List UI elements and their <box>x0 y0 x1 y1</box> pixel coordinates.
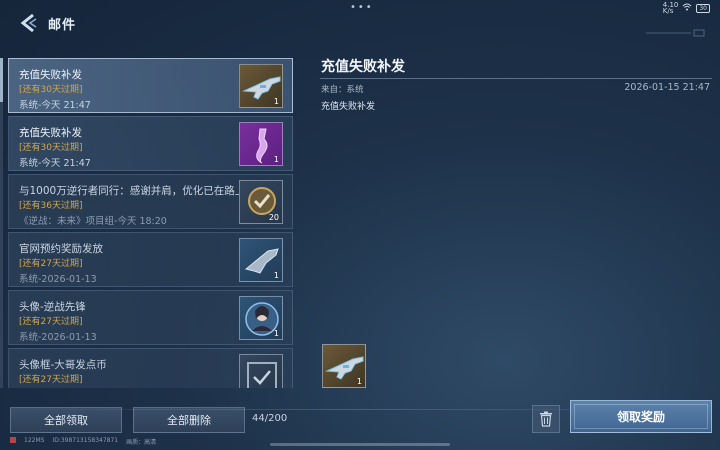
item-count: 1 <box>273 97 279 106</box>
back-arrow-icon <box>20 13 37 33</box>
mail-sender: 系统-今天 21:47 <box>19 100 91 111</box>
mail-expiry: [还有30天过期] <box>19 85 83 95</box>
detail-body: 充值失败补发 <box>321 102 376 112</box>
list-scrollbar[interactable] <box>0 58 3 388</box>
mail-expiry: [还有36天过期] <box>19 201 83 211</box>
item-count: 1 <box>356 377 362 386</box>
mail-item[interactable]: 充值失败补发 [还有30天过期] 系统-今天 21:47 1 <box>8 58 293 113</box>
quality-label: 画质：高清 <box>126 439 157 446</box>
purple-item-icon: 1 <box>239 122 283 166</box>
mail-sender: 系统-2026-01-13 <box>19 332 97 343</box>
mail-expiry: [还有30天过期] <box>19 143 83 153</box>
avatar-icon: 1 <box>239 296 283 340</box>
claim-reward-label: 领取奖励 <box>616 410 665 424</box>
mail-title: 充值失败补发 <box>19 69 82 81</box>
detail-divider <box>320 78 712 79</box>
delete-button[interactable] <box>532 405 560 433</box>
item-count: 1 <box>273 329 279 338</box>
home-indicator[interactable] <box>270 443 450 446</box>
back-button[interactable] <box>18 12 40 34</box>
mail-item[interactable]: 官网预约奖励发放 [还有27天过期] 系统-2026-01-13 1 <box>8 232 293 287</box>
list-scroll-thumb[interactable] <box>0 58 3 102</box>
mail-item[interactable]: 与1000万逆行者同行：感谢并肩，优化已在路上 [还有36天过期] 《逆战：未来… <box>8 174 293 229</box>
mail-item[interactable]: 头像框-大哥发点币 [还有27天过期] <box>8 348 293 388</box>
mail-title: 充值失败补发 <box>19 127 82 139</box>
mail-count: 44/200 <box>252 413 288 424</box>
trash-icon <box>540 411 552 427</box>
mail-title: 与1000万逆行者同行：感谢并肩，优化已在路上 <box>19 185 246 197</box>
detail-sender: 来自：系统 <box>321 85 364 95</box>
status-bar: 4.10 K/s 30 <box>662 1 710 15</box>
top-bar: 邮件 ••• 4.10 K/s 30 <box>0 0 720 46</box>
header-decoration-icon <box>646 29 705 37</box>
mail-list: 充值失败补发 [还有30天过期] 系统-今天 21:47 1 充值失败补发 [还… <box>8 56 298 388</box>
wifi-icon <box>682 3 692 13</box>
signal-icon <box>10 437 16 443</box>
ping-label: 122MS <box>24 437 45 444</box>
reward-item[interactable]: 1 <box>322 344 366 388</box>
mail-sender: 系统-2026-01-13 <box>19 274 97 285</box>
mail-sender: 《逆战：未来》项目组-今天 18:20 <box>19 216 167 227</box>
mail-title: 头像-逆战先锋 <box>19 301 86 313</box>
battery-icon: 30 <box>696 3 710 13</box>
gold-coin-icon: 20 <box>239 180 283 224</box>
mail-expiry: [还有27天过期] <box>19 375 83 385</box>
mail-expiry: [还有27天过期] <box>19 317 83 327</box>
detail-time: 2026-01-15 21:47 <box>624 82 710 93</box>
mail-item[interactable]: 头像-逆战先锋 [还有27天过期] 系统-2026-01-13 1 <box>8 290 293 345</box>
mail-item[interactable]: 充值失败补发 [还有30天过期] 系统-今天 21:47 1 <box>8 116 293 171</box>
detail-title: 充值失败补发 <box>321 59 405 75</box>
user-id-label: ID:398713158347871 <box>52 437 119 444</box>
page-title: 邮件 <box>48 18 77 33</box>
mail-title: 官网预约奖励发放 <box>19 243 103 255</box>
mail-expiry: [还有27天过期] <box>19 259 83 269</box>
network-speed: 4.10 K/s <box>662 1 679 15</box>
weapon-icon: 1 <box>239 238 283 282</box>
claim-reward-button[interactable]: 领取奖励 <box>570 400 712 433</box>
item-count: 1 <box>273 271 279 280</box>
mail-sender: 系统-今天 21:47 <box>19 158 91 169</box>
frame-icon <box>239 354 283 388</box>
claim-all-button[interactable]: 全部领取 <box>10 407 122 433</box>
footer-info: 122MS ID:398713158347871 画质：高清 <box>10 437 156 446</box>
item-count: 20 <box>268 213 279 222</box>
mail-title: 头像框-大哥发点币 <box>19 359 107 371</box>
item-count: 1 <box>273 155 279 164</box>
rifle-icon: 1 <box>239 64 283 108</box>
more-dots-icon[interactable]: ••• <box>350 2 374 13</box>
delete-all-button[interactable]: 全部删除 <box>133 407 245 433</box>
